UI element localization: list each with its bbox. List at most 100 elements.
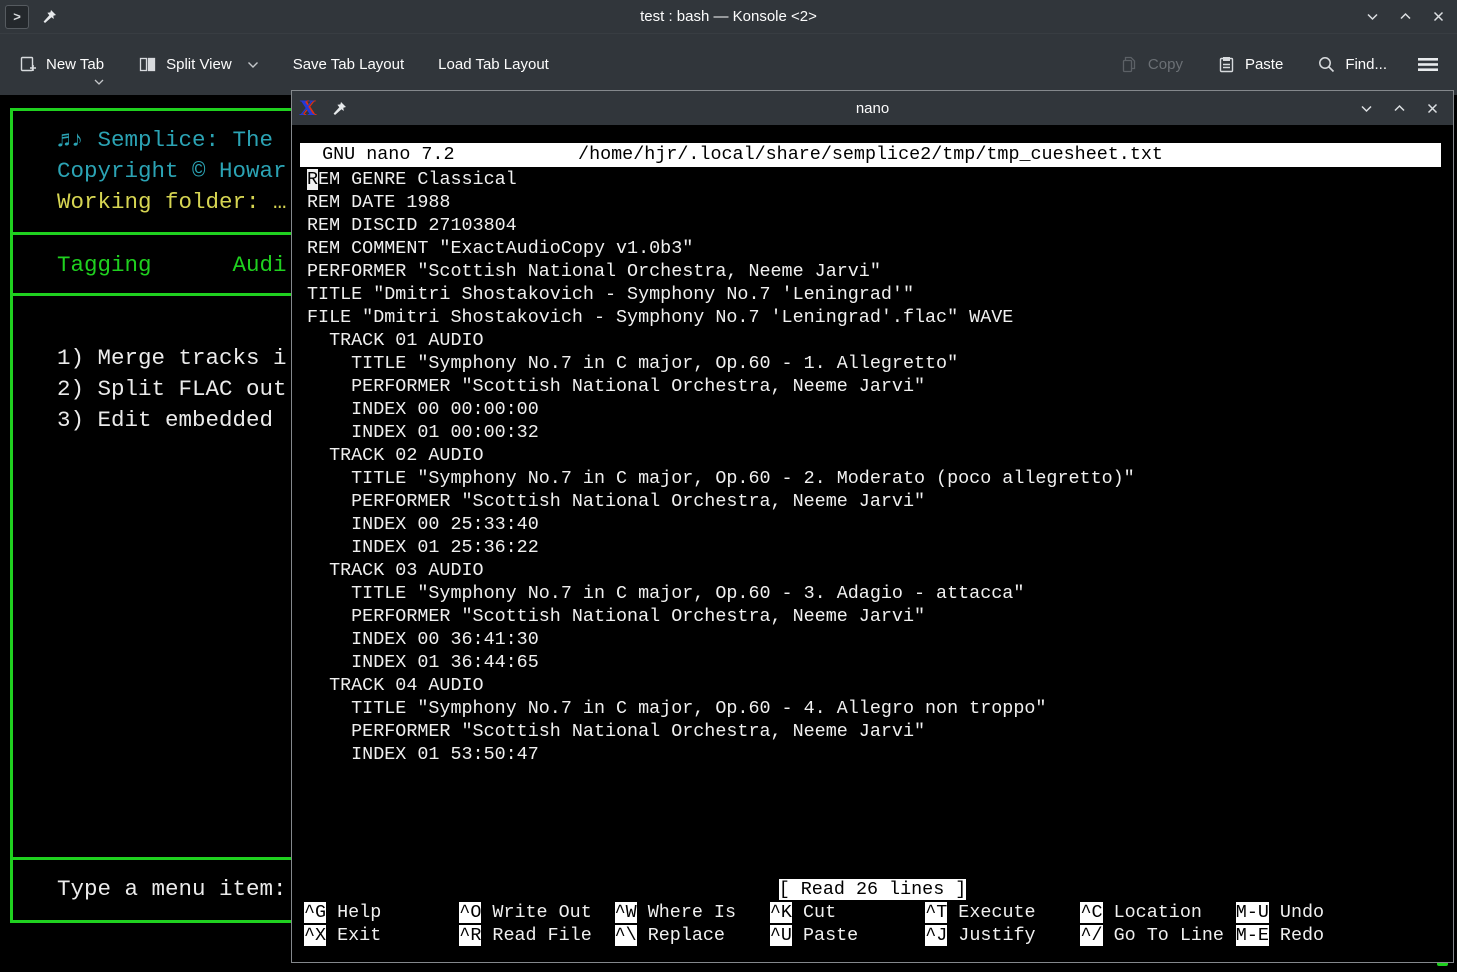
copy-icon bbox=[1120, 55, 1139, 74]
maximize-button[interactable] bbox=[1397, 8, 1414, 25]
nano-shortcut[interactable]: ^O Write Out bbox=[459, 901, 614, 924]
shortcut-label: Replace bbox=[637, 925, 725, 946]
semplice-divider-2 bbox=[10, 293, 292, 296]
nano-status-line: [ Read 26 lines ] bbox=[292, 878, 1453, 901]
nano-minimize-button[interactable] bbox=[1358, 100, 1375, 117]
shortcut-key: M-U bbox=[1236, 902, 1269, 923]
semplice-text-line: 2) Split FLAC out bbox=[57, 374, 287, 405]
new-tab-label: New Tab bbox=[46, 56, 104, 73]
minimize-button[interactable] bbox=[1364, 8, 1381, 25]
nano-shortcut[interactable]: ^W Where Is bbox=[615, 901, 770, 924]
shortcut-label: Execute bbox=[947, 902, 1035, 923]
shortcut-key: M-E bbox=[1236, 925, 1269, 946]
load-tab-layout-button[interactable]: Load Tab Layout bbox=[436, 54, 551, 75]
nano-text-line: TRACK 04 AUDIO bbox=[307, 674, 1135, 697]
konsole-window: > test : bash — Konsole <2> New bbox=[0, 0, 1457, 972]
shortcut-key: ^/ bbox=[1080, 925, 1102, 946]
nano-text-line: REM DISCID 27103804 bbox=[307, 214, 1135, 237]
nano-shortcut[interactable]: ^J Justify bbox=[925, 924, 1080, 947]
nano-maximize-button[interactable] bbox=[1391, 100, 1408, 117]
nano-text-line: INDEX 00 36:41:30 bbox=[307, 628, 1135, 651]
semplice-divider-1 bbox=[10, 232, 292, 235]
window-controls bbox=[1364, 0, 1447, 33]
semplice-border-top bbox=[10, 108, 292, 111]
nano-shortcut[interactable]: ^T Execute bbox=[925, 901, 1080, 924]
semplice-border-left bbox=[10, 108, 13, 920]
nano-header-bar: GNU nano 7.2 /home/hjr/.local/share/semp… bbox=[300, 143, 1441, 167]
save-tab-layout-button[interactable]: Save Tab Layout bbox=[291, 54, 406, 75]
text-cursor: R bbox=[307, 169, 318, 190]
shortcut-label: Undo bbox=[1269, 902, 1324, 923]
nano-text-line: INDEX 00 00:00:00 bbox=[307, 398, 1135, 421]
shortcut-label: Where Is bbox=[637, 902, 736, 923]
nano-text-line: FILE "Dmitri Shostakovich - Symphony No.… bbox=[307, 306, 1135, 329]
nano-shortcut[interactable]: ^K Cut bbox=[770, 901, 925, 924]
nano-shortcut[interactable]: ^\ Replace bbox=[615, 924, 770, 947]
nano-window: XX nano GNU nan bbox=[291, 90, 1454, 963]
shortcut-label: Paste bbox=[792, 925, 858, 946]
nano-file-path: /home/hjr/.local/share/semplice2/tmp/tmp… bbox=[300, 143, 1441, 167]
semplice-text-line: Type a menu item: bbox=[57, 874, 287, 905]
nano-text-line: INDEX 01 36:44:65 bbox=[307, 651, 1135, 674]
hamburger-menu-button[interactable] bbox=[1415, 54, 1441, 75]
semplice-text-line: 3) Edit embedded bbox=[57, 405, 273, 436]
nano-editor-text[interactable]: REM GENRE ClassicalREM DATE 1988REM DISC… bbox=[307, 168, 1135, 766]
nano-close-button[interactable] bbox=[1424, 100, 1441, 117]
nano-shortcut[interactable]: M-E Redo bbox=[1236, 924, 1391, 947]
copy-button[interactable]: Copy bbox=[1118, 53, 1185, 76]
find-label: Find... bbox=[1345, 56, 1387, 73]
shortcut-key: ^X bbox=[304, 925, 326, 946]
nano-titlebar: XX nano bbox=[292, 91, 1453, 125]
nano-shortcut[interactable]: ^X Exit bbox=[304, 924, 459, 947]
nano-shortcut[interactable]: ^G Help bbox=[304, 901, 459, 924]
nano-text-line: TRACK 03 AUDIO bbox=[307, 559, 1135, 582]
shortcut-key: ^K bbox=[770, 902, 792, 923]
semplice-text-line: Working folder: … bbox=[57, 187, 287, 218]
semplice-border-bottom bbox=[10, 920, 292, 923]
nano-shortcut[interactable]: M-U Undo bbox=[1236, 901, 1391, 924]
shortcut-key: ^C bbox=[1080, 902, 1102, 923]
semplice-divider-3 bbox=[10, 857, 292, 860]
paste-icon bbox=[1217, 55, 1236, 74]
nano-shortcut[interactable]: ^R Read File bbox=[459, 924, 614, 947]
new-tab-button[interactable]: New Tab bbox=[16, 53, 106, 76]
semplice-text-line: Tagging Audi bbox=[57, 250, 287, 281]
shortcut-key: ^O bbox=[459, 902, 481, 923]
nano-shortcut[interactable]: ^U Paste bbox=[770, 924, 925, 947]
semplice-pane: ♬♪ Semplice: TheCopyright © HowarWorking… bbox=[0, 95, 292, 972]
nano-text-line: TITLE "Dmitri Shostakovich - Symphony No… bbox=[307, 283, 1135, 306]
shortcut-key: ^R bbox=[459, 925, 481, 946]
new-tab-icon bbox=[18, 55, 37, 74]
hamburger-icon bbox=[1417, 56, 1439, 73]
load-tab-layout-label: Load Tab Layout bbox=[438, 56, 549, 73]
nano-text-line: TRACK 01 AUDIO bbox=[307, 329, 1135, 352]
nano-window-title: nano bbox=[292, 100, 1453, 117]
find-button[interactable]: Find... bbox=[1315, 53, 1389, 76]
shortcut-label: Location bbox=[1103, 902, 1202, 923]
nano-shortcut[interactable]: ^/ Go To Line bbox=[1080, 924, 1235, 947]
shortcut-label: Read File bbox=[481, 925, 591, 946]
chevron-down-icon[interactable] bbox=[247, 61, 259, 69]
nano-terminal[interactable]: GNU nano 7.2 /home/hjr/.local/share/semp… bbox=[292, 125, 1453, 962]
split-view-icon bbox=[138, 55, 157, 74]
split-view-label: Split View bbox=[166, 56, 232, 73]
nano-text-line: INDEX 00 25:33:40 bbox=[307, 513, 1135, 536]
nano-text-line: TRACK 02 AUDIO bbox=[307, 444, 1135, 467]
shortcut-key: ^W bbox=[615, 902, 637, 923]
nano-text-line: TITLE "Symphony No.7 in C major, Op.60 -… bbox=[307, 352, 1135, 375]
shortcut-label: Cut bbox=[792, 902, 836, 923]
nano-text-line: REM GENRE Classical bbox=[307, 168, 1135, 191]
nano-text-line: PERFORMER "Scottish National Orchestra, … bbox=[307, 720, 1135, 743]
paste-button[interactable]: Paste bbox=[1215, 53, 1285, 76]
nano-window-controls bbox=[1358, 91, 1441, 125]
chevron-down-icon[interactable] bbox=[94, 79, 104, 85]
shortcut-label: Help bbox=[326, 902, 381, 923]
semplice-text-line: 1) Merge tracks i bbox=[57, 343, 287, 374]
close-button[interactable] bbox=[1430, 8, 1447, 25]
nano-shortcut-bar: ^G Help^O Write Out^W Where Is^K Cut^T E… bbox=[304, 901, 1453, 947]
nano-shortcut[interactable]: ^C Location bbox=[1080, 901, 1235, 924]
split-view-button[interactable]: Split View bbox=[136, 53, 261, 76]
shortcut-label: Redo bbox=[1269, 925, 1324, 946]
nano-text-line: INDEX 01 00:00:32 bbox=[307, 421, 1135, 444]
shortcut-label: Go To Line bbox=[1103, 925, 1224, 946]
